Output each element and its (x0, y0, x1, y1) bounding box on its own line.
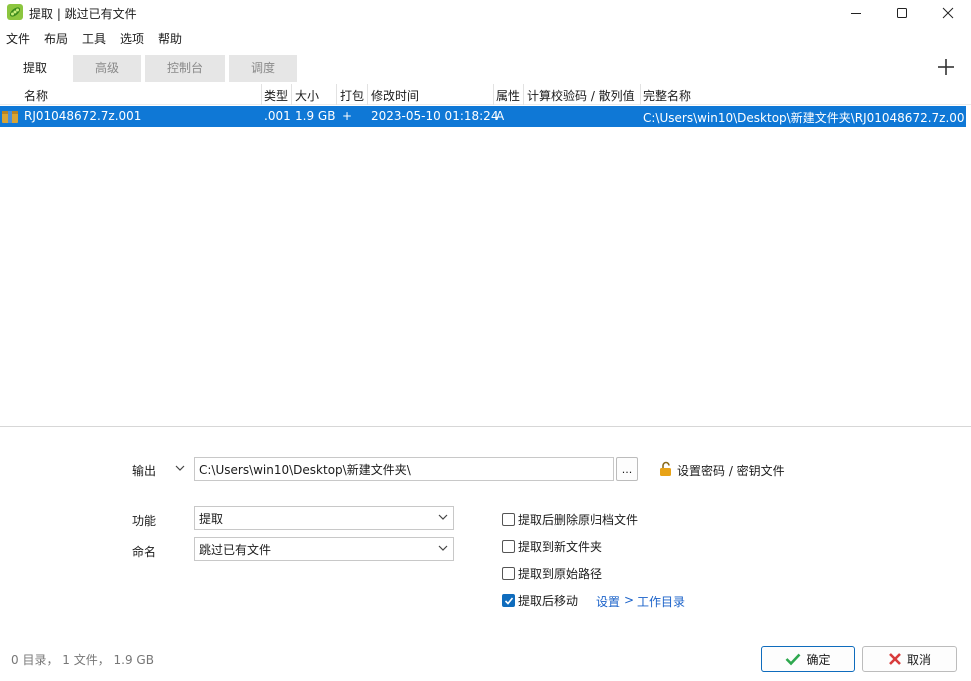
checkmark-icon (786, 653, 801, 666)
browse-button[interactable]: ... (616, 457, 638, 481)
file-packed: + (342, 109, 353, 123)
output-label: 输出 (132, 464, 157, 478)
move-after-extract-checkbox[interactable]: 提取后移动 (502, 592, 578, 609)
maximize-button[interactable] (879, 0, 925, 26)
checkbox-box[interactable] (502, 567, 515, 580)
column-divider[interactable] (291, 84, 292, 105)
tab-console[interactable]: 控制台 (145, 55, 225, 82)
naming-label: 命名 (132, 545, 157, 559)
maximize-icon (897, 8, 907, 18)
file-fullname: C:\Users\win10\Desktop\新建文件夹\RJ01048672.… (643, 111, 964, 125)
column-header-attributes[interactable]: 属性 (496, 87, 520, 104)
minimize-button[interactable] (833, 0, 879, 26)
unlock-icon (660, 461, 671, 476)
ok-button[interactable]: 确定 (761, 646, 855, 672)
menu-bar: 文件 布局 工具 选项 帮助 (0, 27, 971, 47)
tab-advanced[interactable]: 高级 (73, 55, 141, 82)
function-select[interactable]: 提取 (194, 506, 454, 530)
tab-bar: 提取 高级 控制台 调度 (0, 55, 971, 82)
checkbox-box[interactable] (502, 540, 515, 553)
panel-splitter[interactable] (0, 426, 971, 427)
close-icon (942, 7, 954, 19)
checkbox-box[interactable] (502, 513, 515, 526)
checkbox-label: 提取到原始路径 (518, 567, 603, 581)
delete-after-extract-checkbox[interactable]: 提取后删除原归档文件 (502, 511, 638, 528)
column-header-size[interactable]: 大小 (295, 87, 319, 104)
file-modified: 2023-05-10 01:18:24 (371, 109, 499, 123)
output-path-input[interactable]: C:\Users\win10\Desktop\新建文件夹\ (194, 457, 614, 481)
extract-to-original-path-checkbox[interactable]: 提取到原始路径 (502, 565, 602, 582)
cancel-x-icon (889, 653, 901, 665)
close-window-button[interactable] (925, 0, 971, 26)
chevron-down-icon (438, 514, 448, 520)
status-text: 0 目录， 1 文件， 1.9 GB (11, 653, 154, 667)
column-header-packed[interactable]: 打包 (340, 87, 364, 104)
file-type: .001 (264, 109, 291, 123)
column-divider[interactable] (261, 84, 262, 105)
column-header-type[interactable]: 类型 (264, 87, 288, 104)
file-attributes: A (496, 109, 505, 123)
checkbox-label: 提取到新文件夹 (518, 540, 603, 554)
breadcrumb-separator: > (624, 593, 635, 607)
column-divider[interactable] (336, 84, 337, 105)
menu-layout[interactable]: 布局 (44, 30, 68, 47)
set-password-link[interactable]: 设置密码 / 密钥文件 (677, 462, 785, 479)
menu-options[interactable]: 选项 (120, 30, 144, 47)
menu-help[interactable]: 帮助 (158, 30, 182, 47)
tab-schedule[interactable]: 调度 (229, 55, 297, 82)
tab-extract[interactable]: 提取 (2, 55, 68, 82)
window-title: 提取 | 跳过已有文件 (29, 7, 137, 21)
checkbox-box-checked[interactable] (502, 594, 515, 607)
function-label: 功能 (132, 514, 157, 528)
cancel-label: 取消 (906, 652, 931, 667)
column-header-modified[interactable]: 修改时间 (371, 87, 419, 104)
archive-icon (2, 111, 18, 123)
title-bar: 提取 | 跳过已有文件 (0, 0, 971, 26)
working-directory-link[interactable]: 工作目录 (637, 593, 685, 610)
table-row[interactable]: RJ01048672.7z.001 .001 1.9 GB + 2023-05-… (0, 106, 966, 127)
file-size: 1.9 GB (295, 109, 336, 123)
column-divider[interactable] (367, 84, 368, 105)
column-header-hash[interactable]: 计算校验码 / 散列值 (527, 87, 635, 104)
app-icon (7, 4, 23, 20)
column-header-fullname[interactable]: 完整名称 (643, 87, 691, 104)
settings-link[interactable]: 设置 (596, 593, 620, 610)
file-list-header: 名称 类型 大小 打包 修改时间 属性 计算校验码 / 散列值 完整名称 (0, 84, 971, 105)
column-divider[interactable] (523, 84, 524, 105)
column-divider[interactable] (493, 84, 494, 105)
menu-file[interactable]: 文件 (6, 30, 30, 47)
column-divider[interactable] (640, 84, 641, 105)
menu-tools[interactable]: 工具 (82, 30, 106, 47)
naming-select[interactable]: 跳过已有文件 (194, 537, 454, 561)
ok-label: 确定 (806, 652, 831, 667)
chevron-down-icon (438, 545, 448, 551)
extract-to-new-folder-checkbox[interactable]: 提取到新文件夹 (502, 538, 602, 555)
function-select-value: 提取 (199, 512, 224, 526)
check-icon (504, 597, 514, 605)
column-header-name[interactable]: 名称 (24, 87, 48, 104)
minimize-icon (851, 13, 861, 14)
checkbox-label: 提取后移动 (518, 594, 579, 608)
add-tab-icon[interactable] (933, 54, 959, 80)
file-name: RJ01048672.7z.001 (24, 109, 142, 123)
cancel-button[interactable]: 取消 (862, 646, 957, 672)
output-history-chevron-down-icon[interactable] (175, 464, 185, 472)
checkbox-label: 提取后删除原归档文件 (518, 513, 639, 527)
naming-select-value: 跳过已有文件 (199, 543, 272, 557)
